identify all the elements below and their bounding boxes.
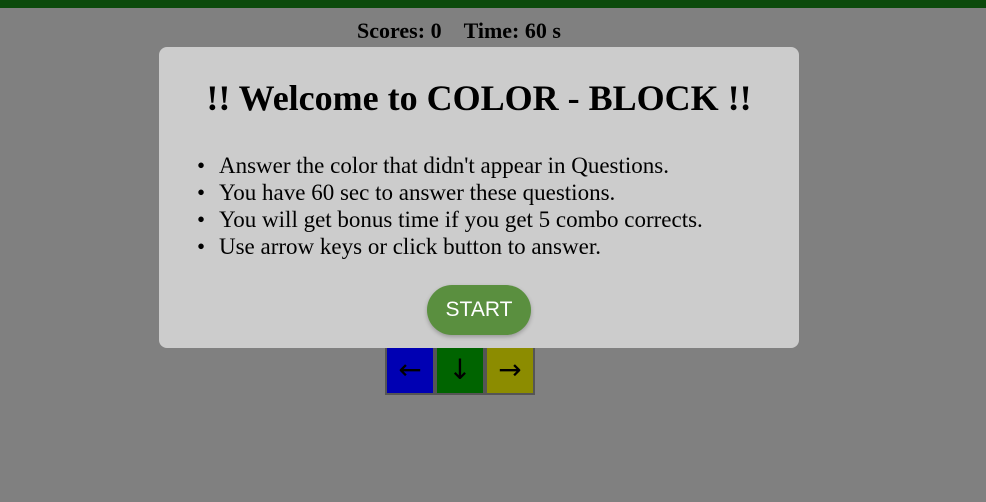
rule-text: You have 60 sec to answer these question… xyxy=(219,180,616,205)
rules-list: • Answer the color that didn't appear in … xyxy=(197,152,703,260)
top-bar xyxy=(0,0,986,8)
start-button[interactable]: START xyxy=(427,285,531,335)
welcome-modal: !! Welcome to COLOR - BLOCK !! • Answer t… xyxy=(159,47,799,348)
right-answer-button[interactable]: → xyxy=(485,345,535,395)
arrow-down-icon: ↓ xyxy=(448,353,472,386)
time-label: Time: xyxy=(463,18,520,43)
bullet-icon: • xyxy=(197,207,206,232)
rule-item: • You have 60 sec to answer these questio… xyxy=(197,179,703,206)
modal-title: !! Welcome to COLOR - BLOCK !! xyxy=(206,78,752,118)
rule-text: Answer the color that didn't appear in Q… xyxy=(219,153,669,178)
score-time-hud: Scores: 0 Time: 60 s xyxy=(0,18,918,44)
rule-text: You will get bonus time if you get 5 com… xyxy=(219,207,703,232)
down-answer-button[interactable]: ↓ xyxy=(435,345,485,395)
arrow-right-icon: → xyxy=(498,353,522,386)
rule-text: Use arrow keys or click button to answer… xyxy=(219,234,601,259)
bullet-icon: • xyxy=(197,180,206,205)
rule-item: • Answer the color that didn't appear in … xyxy=(197,152,703,179)
time-value: 60 s xyxy=(524,18,561,43)
bullet-icon: • xyxy=(197,234,206,259)
left-answer-button[interactable]: ← xyxy=(385,345,435,395)
rule-item: • You will get bonus time if you get 5 co… xyxy=(197,206,703,233)
game-screen: Scores: 0 Time: 60 s ← ↓ → !! Welcome to … xyxy=(0,0,986,502)
answer-buttons: ← ↓ → xyxy=(385,345,535,395)
bullet-icon: • xyxy=(197,153,206,178)
scores-value: 0 xyxy=(430,18,442,43)
scores-label: Scores: xyxy=(357,18,426,43)
rule-item: • Use arrow keys or click button to answe… xyxy=(197,233,703,260)
arrow-left-icon: ← xyxy=(398,353,422,386)
